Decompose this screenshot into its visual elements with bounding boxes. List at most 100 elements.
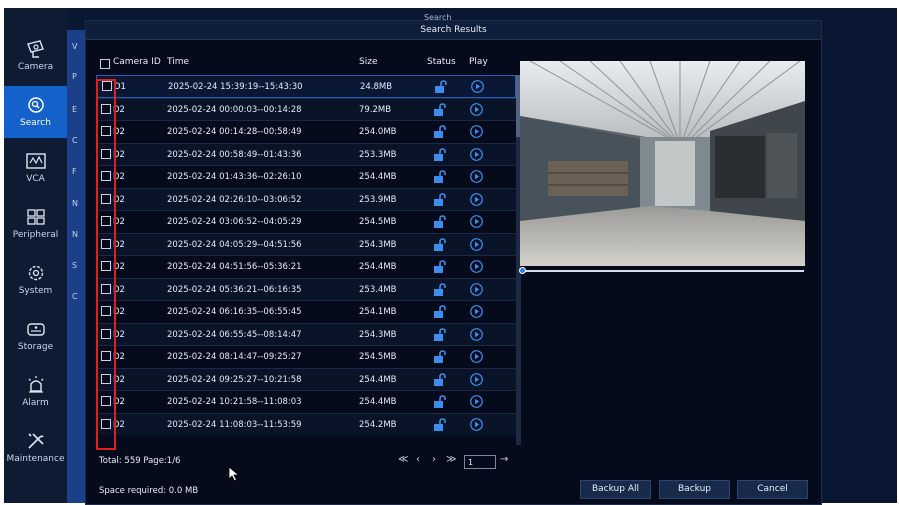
- row-time: 2025-02-24 06:55:45--08:14:47: [167, 329, 302, 340]
- sidebar-item-alarm[interactable]: Alarm: [4, 366, 67, 418]
- unlock-icon[interactable]: [433, 192, 447, 207]
- prev-page-button[interactable]: ‹: [416, 454, 420, 465]
- background-tab-letter[interactable]: E: [72, 105, 77, 114]
- row-time: 2025-02-24 04:51:56--05:36:21: [167, 262, 302, 272]
- row-size: 254.5MB: [359, 352, 397, 362]
- sidebar-item-vca[interactable]: VCA: [4, 142, 67, 194]
- sidebar-item-peripheral[interactable]: Peripheral: [4, 198, 67, 250]
- unlock-icon[interactable]: [433, 125, 447, 139]
- table-row[interactable]: D2 2025-02-24 10:21:58--11:08:03 254.4MB: [96, 390, 516, 413]
- play-icon[interactable]: [470, 260, 483, 273]
- select-all-checkbox[interactable]: [100, 59, 110, 69]
- table-row[interactable]: D1 2025-02-24 15:39:19--15:43:30 24.8MB: [96, 75, 516, 98]
- row-size: 254.3MB: [359, 239, 397, 250]
- play-icon[interactable]: [470, 417, 483, 431]
- unlock-icon[interactable]: [434, 80, 448, 94]
- row-time: 2025-02-24 11:08:03--11:53:59: [167, 419, 302, 430]
- background-tab-letter[interactable]: C: [72, 136, 78, 145]
- sidebar-item-search[interactable]: Search: [4, 86, 67, 138]
- next-page-button[interactable]: ›: [432, 454, 436, 465]
- table-row[interactable]: D2 2025-02-24 00:14:28--00:58:49 254.0MB: [96, 120, 516, 143]
- background-tab-letter[interactable]: P: [72, 72, 77, 81]
- table-row[interactable]: D2 2025-02-24 03:06:52--04:05:29 254.5MB: [96, 210, 516, 233]
- row-size: 254.3MB: [359, 329, 397, 340]
- wrench-icon: [27, 433, 44, 449]
- table-row[interactable]: D2 2025-02-24 02:26:10--03:06:52 253.9MB: [96, 187, 516, 210]
- table-row[interactable]: D2 2025-02-24 09:25:27--10:21:58 254.4MB: [96, 367, 516, 390]
- first-page-button[interactable]: ≪: [398, 454, 408, 465]
- table-row[interactable]: D2 2025-02-24 08:14:47--09:25:27 254.5MB: [96, 345, 516, 368]
- background-tab-letter[interactable]: N: [72, 199, 78, 208]
- unlock-icon[interactable]: [433, 417, 447, 432]
- page-number-input[interactable]: [464, 455, 496, 469]
- cancel-button[interactable]: Cancel: [737, 480, 808, 499]
- play-icon[interactable]: [470, 372, 483, 386]
- background-tab-letter[interactable]: F: [72, 167, 77, 176]
- row-size: 253.3MB: [359, 149, 397, 160]
- table-row[interactable]: D2 2025-02-24 04:51:56--05:36:21 254.4MB: [96, 255, 516, 278]
- unlock-icon[interactable]: [433, 170, 447, 184]
- sidebar-item-system[interactable]: System: [4, 254, 67, 306]
- background-tab-letter[interactable]: S: [72, 261, 77, 270]
- table-row[interactable]: D2 2025-02-24 11:08:03--11:53:59 254.2MB: [96, 412, 516, 435]
- play-icon[interactable]: [470, 327, 483, 341]
- column-size[interactable]: Size: [359, 57, 377, 67]
- table-row[interactable]: D2 2025-02-24 00:00:03--00:14:28 79.2MB: [96, 97, 516, 120]
- sidebar: Camera Search VCA Peripheral System Stor…: [4, 8, 67, 503]
- total-count: Total: 559 Page:1/6: [99, 456, 181, 466]
- background-tab-letter[interactable]: C: [72, 292, 78, 301]
- unlock-icon[interactable]: [433, 260, 447, 274]
- sidebar-item-maintenance[interactable]: Maintenance: [4, 422, 67, 474]
- play-icon[interactable]: [470, 170, 483, 183]
- gear-icon: [28, 265, 43, 281]
- go-page-button[interactable]: →: [500, 454, 508, 465]
- play-icon[interactable]: [470, 237, 483, 251]
- play-icon[interactable]: [470, 125, 483, 138]
- play-icon[interactable]: [470, 192, 483, 206]
- playback-progress-handle[interactable]: [519, 267, 526, 274]
- playback-progress-track[interactable]: [522, 270, 804, 272]
- unlock-icon[interactable]: [433, 350, 447, 364]
- unlock-icon[interactable]: [433, 237, 447, 252]
- last-page-button[interactable]: ≫: [446, 454, 456, 465]
- row-time: 2025-02-24 00:58:49--01:43:36: [167, 149, 302, 160]
- unlock-icon[interactable]: [433, 305, 447, 319]
- background-tab-letter[interactable]: V: [72, 42, 77, 51]
- unlock-icon[interactable]: [433, 215, 447, 229]
- mouse-cursor-icon: [228, 466, 240, 482]
- unlock-icon[interactable]: [433, 282, 447, 297]
- search-results-dialog: Search Results Camera ID Time Size Statu…: [85, 20, 822, 505]
- sidebar-item-camera[interactable]: Camera: [4, 30, 67, 82]
- unlock-icon[interactable]: [433, 147, 447, 162]
- column-camera-id[interactable]: Camera ID: [113, 57, 161, 67]
- table-row[interactable]: D2 2025-02-24 04:05:29--04:51:56 254.3MB: [96, 232, 516, 255]
- table-row[interactable]: D2 2025-02-24 06:55:45--08:14:47 254.3MB: [96, 322, 516, 345]
- play-icon[interactable]: [470, 282, 483, 296]
- backup-all-button[interactable]: Backup All: [580, 480, 651, 499]
- play-icon[interactable]: [470, 147, 483, 161]
- sidebar-item-storage[interactable]: Storage: [4, 310, 67, 362]
- sidebar-item-label: VCA: [26, 174, 45, 184]
- table-row[interactable]: D2 2025-02-24 01:43:36--02:26:10 254.4MB: [96, 165, 516, 188]
- play-icon[interactable]: [470, 215, 483, 228]
- unlock-icon[interactable]: [433, 327, 447, 342]
- play-icon[interactable]: [471, 80, 484, 93]
- table-row[interactable]: D2 2025-02-24 05:36:21--06:16:35 253.4MB: [96, 277, 516, 300]
- column-time[interactable]: Time: [167, 57, 189, 67]
- table-row[interactable]: D2 2025-02-24 00:58:49--01:43:36 253.3MB: [96, 142, 516, 165]
- table-row[interactable]: D2 2025-02-24 06:16:35--06:55:45 254.1MB: [96, 300, 516, 323]
- unlock-icon[interactable]: [433, 372, 447, 387]
- peripheral-icon: [26, 209, 45, 225]
- play-icon[interactable]: [470, 395, 483, 408]
- play-icon[interactable]: [470, 305, 483, 318]
- unlock-icon[interactable]: [433, 102, 447, 117]
- camera-icon: [26, 40, 44, 58]
- nvr-app: Search V P E C F N N S C Camera Search V…: [4, 8, 897, 505]
- backup-button[interactable]: Backup: [659, 480, 730, 499]
- search-icon: [27, 97, 44, 113]
- video-preview[interactable]: [520, 61, 805, 266]
- unlock-icon[interactable]: [433, 395, 447, 409]
- background-tab-letter[interactable]: N: [72, 230, 78, 239]
- play-icon[interactable]: [470, 350, 483, 363]
- play-icon[interactable]: [470, 102, 483, 116]
